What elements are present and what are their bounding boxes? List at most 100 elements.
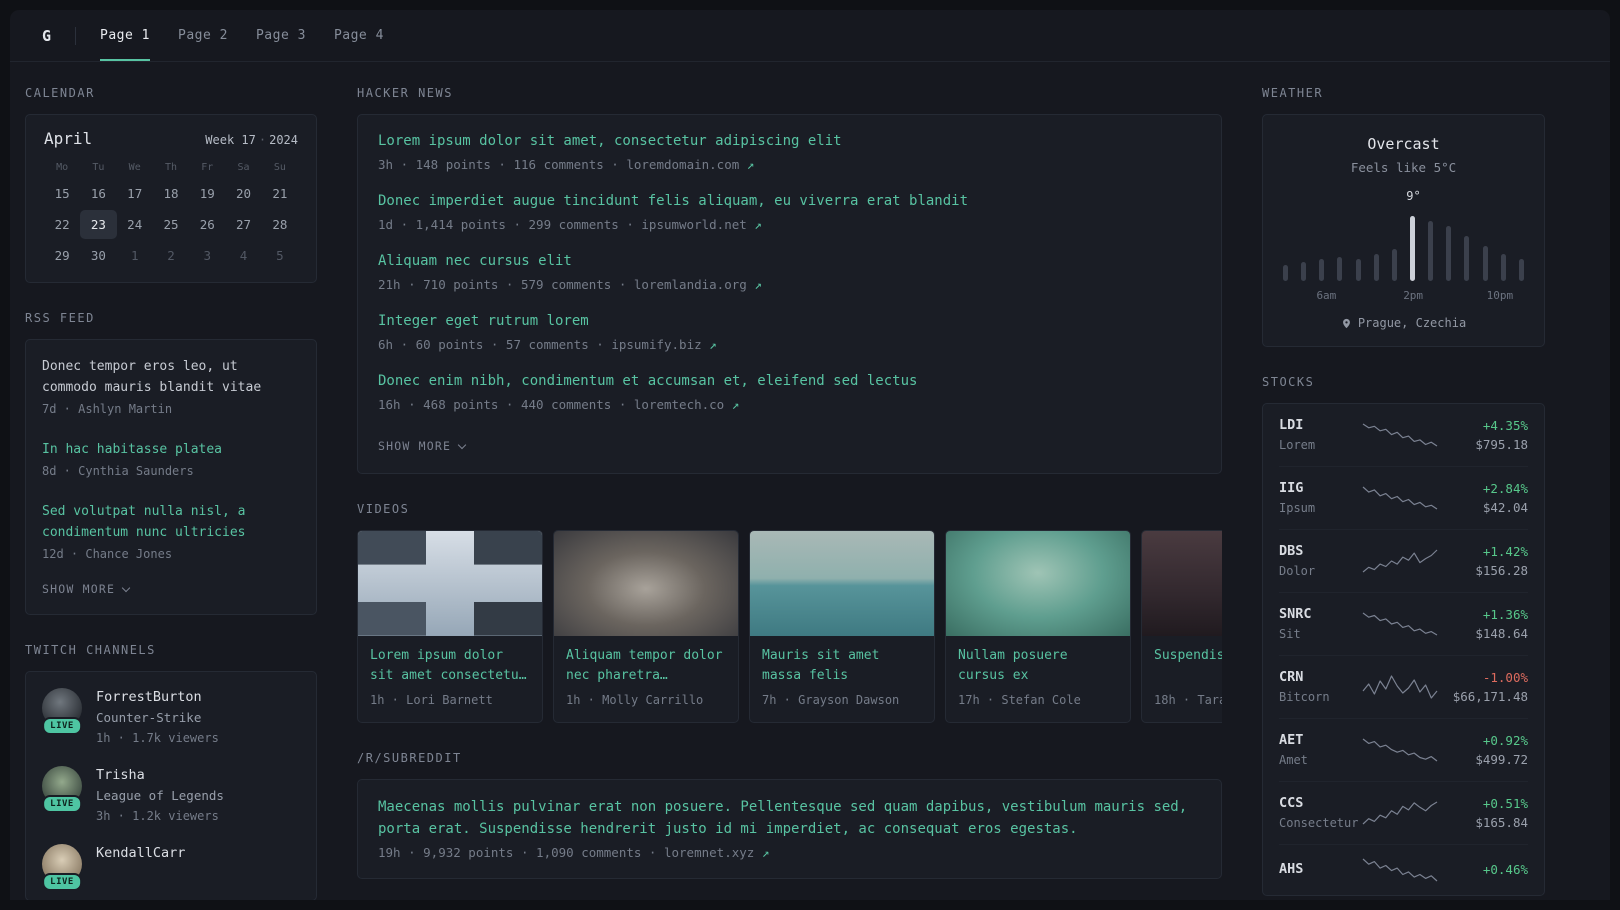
video-thumbnail[interactable] <box>358 531 542 636</box>
app-logo[interactable]: G <box>42 27 51 45</box>
weather-bar[interactable] <box>1428 220 1434 281</box>
video-card[interactable]: Suspendisse diam 18h · Tara <box>1141 530 1222 723</box>
video-title[interactable]: Mauris sit amet massa felis <box>762 646 922 686</box>
calendar-day[interactable]: 25 <box>153 210 189 239</box>
video-card[interactable]: Aliquam tempor dolor nec pharetra… 1h · … <box>553 530 739 723</box>
calendar-day[interactable]: 22 <box>44 210 80 239</box>
weather-bar[interactable] <box>1319 259 1325 281</box>
hn-item-domain-link[interactable]: loremdomain.com ↗ <box>626 157 754 172</box>
page-tab[interactable]: Page 3 <box>256 10 306 61</box>
twitch-channel[interactable]: LIVE KendallCarr <box>42 844 300 891</box>
subreddit-widget: Maecenas mollis pulvinar erat non posuer… <box>357 779 1222 879</box>
subreddit-post-domain-link[interactable]: loremnet.xyz ↗ <box>664 845 769 860</box>
stock-row[interactable]: AET Amet +0.92% $499.72 <box>1279 718 1528 781</box>
hackernews-show-more-button[interactable]: SHOW MORE <box>378 431 467 465</box>
sparkline <box>1362 612 1438 636</box>
rss-item-title[interactable]: Sed volutpat nulla nisl, a condimentum n… <box>42 501 300 543</box>
calendar-day[interactable]: 27 <box>225 210 261 239</box>
page-tab[interactable]: Page 4 <box>334 10 384 61</box>
calendar-day[interactable]: 20 <box>225 179 261 208</box>
video-title[interactable]: Aliquam tempor dolor nec pharetra… <box>566 646 726 686</box>
stock-row[interactable]: AHS +0.46% <box>1279 844 1528 895</box>
calendar-day[interactable]: 15 <box>44 179 80 208</box>
rss-item-title[interactable]: Donec tempor eros leo, ut commodo mauris… <box>42 356 300 398</box>
stock-row[interactable]: CCS Consectetur +0.51% $165.84 <box>1279 781 1528 844</box>
hn-item-title[interactable]: Integer eget rutrum lorem <box>378 311 1201 332</box>
calendar-day[interactable]: 1 <box>117 241 153 270</box>
calendar-day[interactable]: 28 <box>262 210 298 239</box>
video-thumbnail[interactable] <box>946 531 1130 636</box>
twitch-channel[interactable]: LIVE ForrestBurton Counter-Strike 1h · 1… <box>42 688 300 748</box>
page-tab[interactable]: Page 2 <box>178 10 228 61</box>
weather-bar[interactable] <box>1337 256 1343 281</box>
weather-bar[interactable] <box>1464 236 1470 281</box>
weather-bar[interactable] <box>1409 216 1415 281</box>
page-tab[interactable]: Page 1 <box>100 10 150 61</box>
calendar-day[interactable]: 24 <box>117 210 153 239</box>
stock-row[interactable]: SNRC Sit +1.36% $148.64 <box>1279 592 1528 655</box>
subreddit-post-meta: 19h · 9,932 points · 1,090 comments · lo… <box>378 845 770 860</box>
stock-row[interactable]: CRN Bitcorn -1.00% $66,171.48 <box>1279 655 1528 718</box>
external-link-icon: ↗ <box>709 337 717 352</box>
calendar-day[interactable]: 3 <box>189 241 225 270</box>
calendar-day[interactable]: 19 <box>189 179 225 208</box>
stock-row[interactable]: DBS Dolor +1.42% $156.28 <box>1279 529 1528 592</box>
video-card[interactable]: Lorem ipsum dolor sit amet consectetu… 1… <box>357 530 543 723</box>
calendar-day[interactable]: 18 <box>153 179 189 208</box>
video-thumbnail[interactable] <box>750 531 934 636</box>
video-card[interactable]: Nullam posuere cursus ex 17h · Stefan Co… <box>945 530 1131 723</box>
calendar-day[interactable]: 21 <box>262 179 298 208</box>
hn-item-title[interactable]: Donec enim nibh, condimentum et accumsan… <box>378 371 1201 392</box>
hn-item-domain-link[interactable]: ipsumworld.net ↗ <box>641 217 761 232</box>
weather-bar[interactable] <box>1518 259 1524 281</box>
hn-item-domain-link[interactable]: ipsumify.biz ↗ <box>611 337 716 352</box>
weather-bar[interactable] <box>1373 253 1379 281</box>
calendar-day[interactable]: 17 <box>117 179 153 208</box>
weather-widget: Overcast Feels like 5°C 9° 6am 2pm 10pm … <box>1262 114 1545 347</box>
weather-bar[interactable] <box>1283 265 1288 281</box>
video-title[interactable]: Suspendisse diam <box>1154 646 1222 686</box>
video-title[interactable]: Lorem ipsum dolor sit amet consectetu… <box>370 646 530 686</box>
rss-show-more-button[interactable]: SHOW MORE <box>42 574 131 608</box>
channel-name[interactable]: KendallCarr <box>96 844 185 863</box>
hn-item-domain-link[interactable]: loremlandia.org ↗ <box>634 277 762 292</box>
weather-bar[interactable] <box>1500 253 1506 281</box>
stock-change: -1.00% <box>1482 670 1528 685</box>
twitch-channel[interactable]: LIVE Trisha League of Legends 3h · 1.2k … <box>42 766 300 826</box>
hn-item-title[interactable]: Lorem ipsum dolor sit amet, consectetur … <box>378 131 1201 152</box>
twitch-widget: LIVE ForrestBurton Counter-Strike 1h · 1… <box>25 671 317 900</box>
channel-name[interactable]: ForrestBurton <box>96 688 219 707</box>
hn-item-domain-link[interactable]: loremtech.co ↗ <box>634 397 739 412</box>
calendar-day[interactable]: 23 <box>80 210 117 239</box>
channel-name[interactable]: Trisha <box>96 766 224 785</box>
weather-bar[interactable] <box>1301 262 1307 281</box>
sparkline <box>1362 486 1438 510</box>
calendar-day[interactable]: 26 <box>189 210 225 239</box>
calendar-day[interactable]: 2 <box>153 241 189 270</box>
right-column: WEATHER Overcast Feels like 5°C 9° 6am 2… <box>1262 86 1545 900</box>
video-card[interactable]: Mauris sit amet massa felis 7h · Grayson… <box>749 530 935 723</box>
calendar-day[interactable]: 5 <box>262 241 298 270</box>
hn-item: Lorem ipsum dolor sit amet, consectetur … <box>378 131 1201 174</box>
rss-item-title[interactable]: In hac habitasse platea <box>42 439 300 460</box>
weather-bar[interactable] <box>1355 259 1361 281</box>
stock-price: $156.28 <box>1475 563 1528 578</box>
weather-bar[interactable] <box>1446 226 1452 281</box>
video-thumbnail[interactable] <box>1142 531 1222 636</box>
calendar-day[interactable]: 29 <box>44 241 80 270</box>
calendar-day[interactable]: 4 <box>225 241 261 270</box>
calendar-day[interactable]: 30 <box>80 241 116 270</box>
hn-item-title[interactable]: Donec imperdiet augue tincidunt felis al… <box>378 191 1201 212</box>
video-title[interactable]: Nullam posuere cursus ex <box>958 646 1118 686</box>
weather-bar[interactable] <box>1482 246 1488 281</box>
hn-item-title[interactable]: Aliquam nec cursus elit <box>378 251 1201 272</box>
hn-item-meta: 16h · 468 points · 440 comments · loremt… <box>378 397 740 412</box>
calendar-day[interactable]: 16 <box>80 179 116 208</box>
weather-hour-label: 10pm <box>1486 289 1514 302</box>
weather-bar[interactable] <box>1391 249 1397 281</box>
subreddit-post-title[interactable]: Maecenas mollis pulvinar erat non posuer… <box>378 796 1201 840</box>
video-thumbnail[interactable] <box>554 531 738 636</box>
external-link-icon: ↗ <box>754 277 762 292</box>
stock-row[interactable]: LDI Lorem +4.35% $795.18 <box>1279 404 1528 466</box>
stock-row[interactable]: IIG Ipsum +2.84% $42.04 <box>1279 466 1528 529</box>
